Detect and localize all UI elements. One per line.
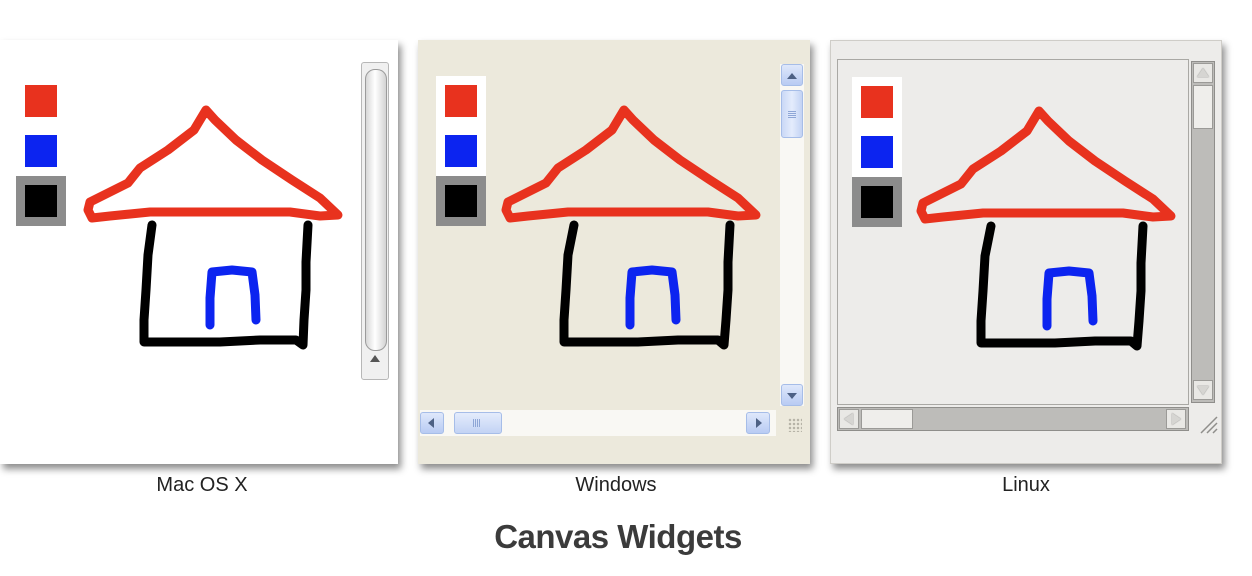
scrollbar-thumb[interactable] (1193, 85, 1213, 129)
resize-grip-icon[interactable] (788, 418, 802, 432)
roof-stroke (916, 106, 1176, 224)
door-stroke (205, 265, 261, 330)
mac-caption: Mac OS X (156, 474, 248, 496)
scrollbar-thumb[interactable] (781, 90, 803, 138)
roof-stroke (501, 105, 761, 223)
windows-caption: Windows (575, 474, 657, 496)
scrollbar-thumb[interactable] (861, 409, 913, 429)
scroll-up-arrow-icon[interactable] (370, 355, 380, 362)
chevron-left-icon (844, 413, 853, 425)
windows-canvas-window (418, 40, 810, 464)
chevron-left-icon (428, 418, 434, 428)
door-stroke (1042, 266, 1098, 331)
house-drawing[interactable] (418, 40, 810, 464)
chevron-up-icon (1197, 68, 1209, 77)
chevron-right-icon (756, 418, 762, 428)
scroll-left-button[interactable] (420, 412, 444, 434)
scroll-left-button[interactable] (839, 409, 859, 429)
linux-caption: Linux (1002, 474, 1050, 496)
door-stroke (625, 265, 681, 330)
chevron-down-icon (1197, 386, 1209, 395)
horizontal-scrollbar[interactable] (420, 410, 776, 436)
chevron-down-icon (787, 393, 797, 399)
house-walls-stroke (559, 220, 735, 350)
scroll-up-button[interactable] (1193, 63, 1213, 83)
vertical-scrollbar[interactable] (780, 64, 804, 406)
vertical-scrollbar[interactable] (361, 62, 389, 380)
scroll-down-button[interactable] (781, 384, 803, 406)
scroll-down-button[interactable] (1193, 380, 1213, 400)
figure-title: Canvas Widgets (494, 518, 742, 555)
horizontal-scrollbar[interactable] (837, 407, 1189, 431)
resize-grip-icon[interactable] (1195, 411, 1219, 435)
mac-canvas-window (0, 40, 398, 464)
vertical-scrollbar[interactable] (1191, 61, 1215, 403)
chevron-right-icon (1172, 413, 1181, 425)
house-walls-stroke (976, 221, 1148, 351)
scrollbar-thumb[interactable] (454, 412, 502, 434)
scroll-right-button[interactable] (1166, 409, 1186, 429)
house-walls-stroke (139, 220, 313, 350)
scrollbar-thumb[interactable] (365, 69, 387, 351)
chevron-up-icon (787, 73, 797, 79)
house-drawing[interactable] (831, 41, 1223, 465)
scroll-right-button[interactable] (746, 412, 770, 434)
scroll-up-button[interactable] (781, 64, 803, 86)
roof-stroke (83, 105, 343, 223)
house-drawing[interactable] (0, 40, 398, 464)
linux-canvas-window (830, 40, 1222, 464)
